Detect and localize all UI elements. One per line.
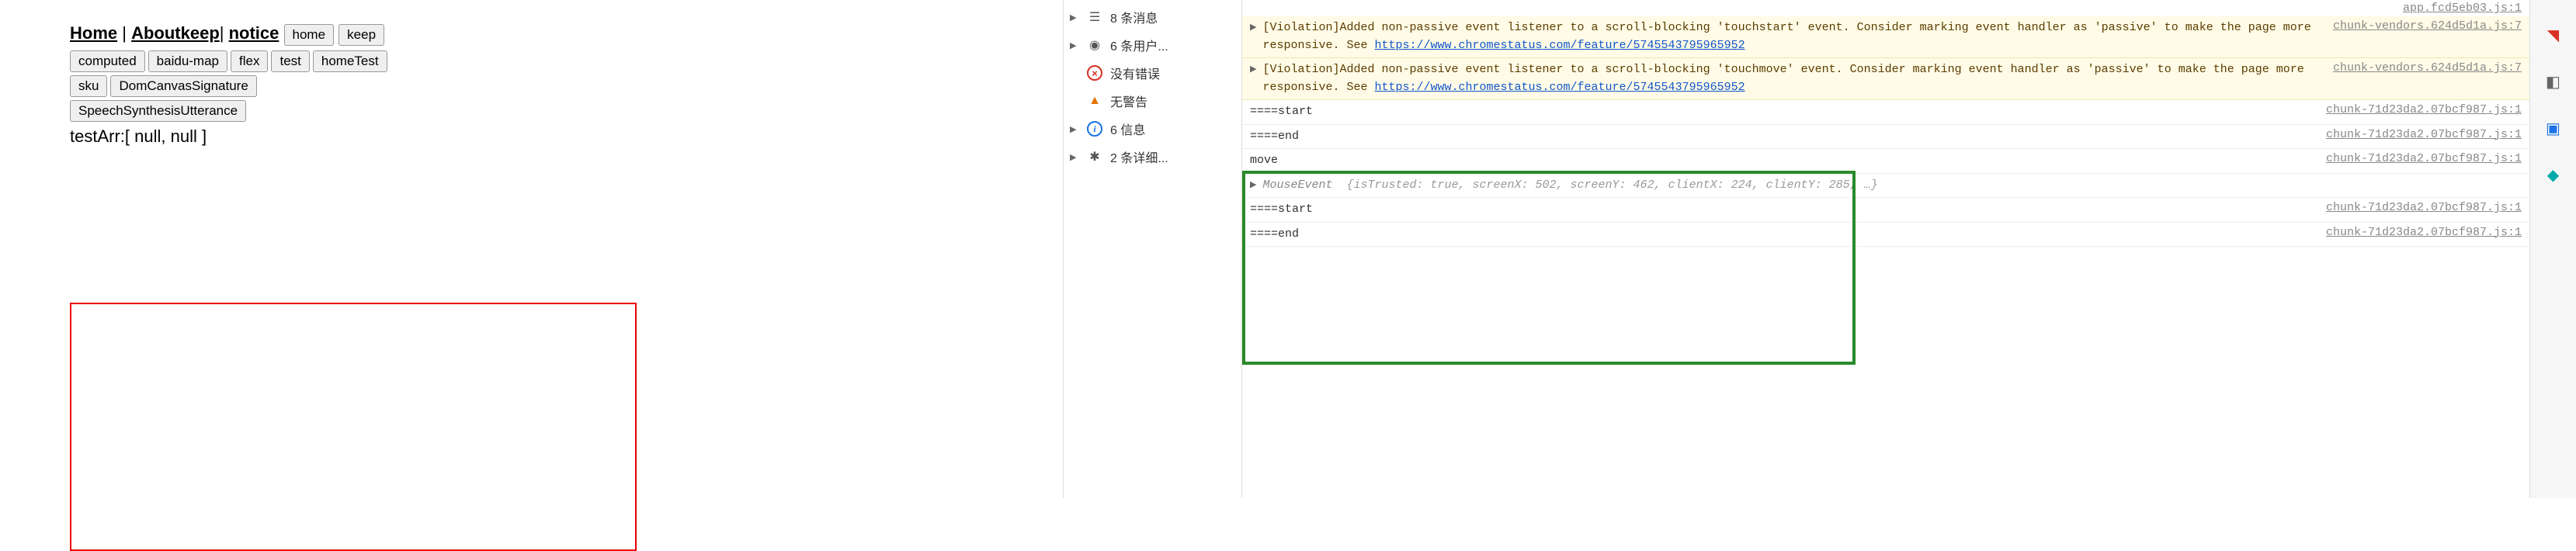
top-source-link: app.fcd5eb03.js:1 — [1242, 0, 2529, 16]
expand-icon: ▶ — [1070, 40, 1079, 50]
filter-info[interactable]: ▶ i 6 信息 — [1064, 115, 1241, 143]
source-link[interactable]: chunk-71d23da2.07bcf987.js:1 — [2310, 152, 2522, 165]
home-button[interactable]: home — [284, 24, 335, 46]
nav-about-link[interactable]: Aboutkeep — [131, 23, 220, 43]
nav-area: Home | Aboutkeep| notice home keep compu… — [70, 23, 598, 147]
baidu-map-button[interactable]: baidu-map — [148, 50, 227, 72]
source-link[interactable]: chunk-71d23da2.07bcf987.js:1 — [2310, 103, 2522, 116]
list-icon: ☰ — [1087, 9, 1102, 25]
log-entry: move chunk-71d23da2.07bcf987.js:1 — [1242, 149, 2529, 174]
log-entry: ====start chunk-71d23da2.07bcf987.js:1 — [1242, 198, 2529, 223]
log-text: ====start — [1250, 201, 1313, 219]
chromestatus-link[interactable]: https://www.chromestatus.com/feature/574… — [1375, 81, 1745, 94]
log-text: ====start — [1250, 103, 1313, 121]
log-entry: ====end chunk-71d23da2.07bcf987.js:1 — [1242, 223, 2529, 248]
expand-icon[interactable]: ▶ — [1250, 19, 1256, 33]
warning-icon: ▲ — [1087, 93, 1102, 109]
log-message: [Violation]Added non-passive event liste… — [1262, 19, 2317, 54]
tool-icon[interactable]: ◆ — [2542, 163, 2565, 186]
violation-entry: ▶ [Violation]Added non-passive event lis… — [1242, 58, 2529, 100]
filter-verbose[interactable]: ▶ ✱ 2 条详细... — [1064, 143, 1241, 171]
expand-icon: ▶ — [1070, 124, 1079, 134]
filter-messages[interactable]: ▶ ☰ 8 条消息 — [1064, 3, 1241, 31]
source-link[interactable]: chunk-vendors.624d5d1a.js:7 — [2317, 19, 2522, 33]
log-text: MouseEvent {isTrusted: true, screenX: 50… — [1262, 177, 1877, 195]
log-entry: ====end chunk-71d23da2.07bcf987.js:1 — [1242, 125, 2529, 150]
verbose-icon: ✱ — [1087, 149, 1102, 165]
source-link[interactable]: app.fcd5eb03.js:1 — [2403, 2, 2522, 15]
source-link[interactable]: chunk-71d23da2.07bcf987.js:1 — [2310, 201, 2522, 214]
hometest-button[interactable]: homeTest — [313, 50, 387, 72]
test-arr-text: testArr:[ null, null ] — [70, 126, 598, 147]
log-entry: ====start chunk-71d23da2.07bcf987.js:1 — [1242, 100, 2529, 125]
tool-icon[interactable]: ◧ — [2542, 70, 2565, 93]
keep-button[interactable]: keep — [338, 24, 384, 46]
devtools-sidebar-icons: ◥ ◧ ▣ ◆ — [2529, 0, 2576, 498]
log-message: [Violation]Added non-passive event liste… — [1262, 61, 2317, 96]
filter-label: 8 条消息 — [1110, 8, 1158, 26]
console-filter-sidebar: ▶ ☰ 8 条消息 ▶ ◉ 6 条用户... × 没有错误 ▲ 无警告 ▶ i … — [1064, 0, 1242, 498]
canvas-area[interactable] — [70, 303, 637, 551]
log-text: move — [1250, 152, 1278, 170]
source-link[interactable]: chunk-71d23da2.07bcf987.js:1 — [2310, 226, 2522, 239]
nav-links: Home | Aboutkeep| notice home keep — [70, 23, 598, 46]
source-link[interactable]: chunk-71d23da2.07bcf987.js:1 — [2310, 128, 2522, 141]
filter-label: 6 条用户... — [1110, 36, 1168, 54]
filter-label: 没有错误 — [1110, 64, 1160, 82]
filter-errors[interactable]: × 没有错误 — [1064, 59, 1241, 87]
log-text: ====end — [1250, 226, 1299, 244]
app-preview-panel: Home | Aboutkeep| notice home keep compu… — [0, 0, 668, 498]
error-icon: × — [1087, 65, 1102, 81]
filter-label: 2 条详细... — [1110, 147, 1168, 166]
source-link[interactable]: chunk-vendors.624d5d1a.js:7 — [2317, 61, 2522, 75]
test-button[interactable]: test — [271, 50, 309, 72]
console-output: app.fcd5eb03.js:1 ▶ [Violation]Added non… — [1242, 0, 2529, 498]
log-text: ====end — [1250, 128, 1299, 146]
separator: | — [117, 23, 131, 43]
expand-icon: ▶ — [1070, 12, 1079, 23]
domcanvas-button[interactable]: DomCanvasSignature — [110, 75, 256, 97]
sku-button[interactable]: sku — [70, 75, 107, 97]
expand-icon: ▶ — [1070, 152, 1079, 162]
button-row-3: sku DomCanvasSignature — [70, 75, 598, 97]
info-icon: i — [1087, 121, 1102, 137]
chromestatus-link[interactable]: https://www.chromestatus.com/feature/574… — [1375, 39, 1745, 52]
empty-panel — [668, 0, 1064, 498]
tool-icon[interactable]: ▣ — [2542, 116, 2565, 140]
separator: | — [220, 23, 229, 43]
mouseevent-entry: ▶ MouseEvent {isTrusted: true, screenX: … — [1242, 174, 2529, 199]
computed-button[interactable]: computed — [70, 50, 145, 72]
filter-label: 6 信息 — [1110, 120, 1145, 138]
button-row-4: SpeechSynthesisUtterance — [70, 100, 598, 122]
user-icon: ◉ — [1087, 37, 1102, 53]
flex-button[interactable]: flex — [231, 50, 268, 72]
button-row-2: computed baidu-map flex test homeTest — [70, 50, 598, 72]
nav-notice-link[interactable]: notice — [229, 23, 279, 43]
filter-warnings[interactable]: ▲ 无警告 — [1064, 87, 1241, 115]
filter-users[interactable]: ▶ ◉ 6 条用户... — [1064, 31, 1241, 59]
record-icon[interactable]: ◥ — [2542, 23, 2565, 47]
speechsynthesis-button[interactable]: SpeechSynthesisUtterance — [70, 100, 246, 122]
violation-entry: ▶ [Violation]Added non-passive event lis… — [1242, 16, 2529, 58]
expand-icon[interactable]: ▶ — [1250, 61, 1256, 75]
filter-label: 无警告 — [1110, 92, 1147, 110]
nav-home-link[interactable]: Home — [70, 23, 117, 43]
expand-icon[interactable]: ▶ — [1250, 177, 1256, 190]
